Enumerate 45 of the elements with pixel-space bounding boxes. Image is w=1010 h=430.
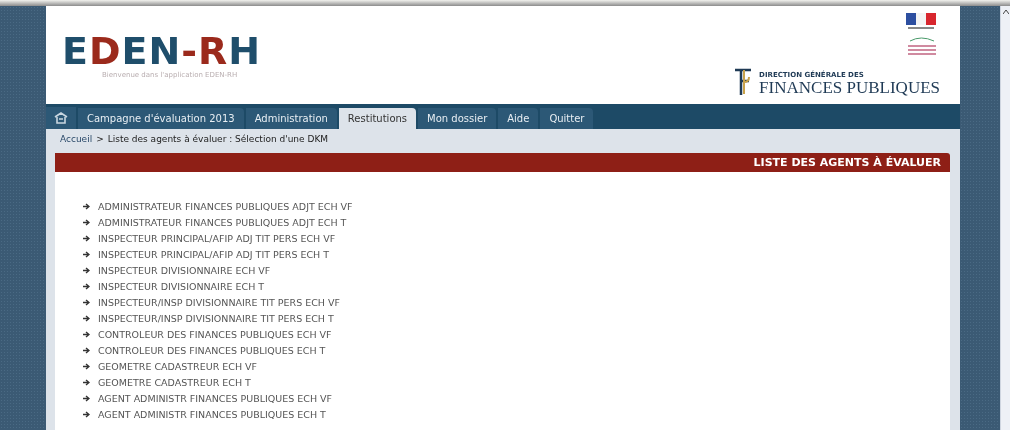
arrow-icon (83, 362, 90, 370)
agent-category-link[interactable]: INSPECTEUR/INSP DIVISIONNAIRE TIT PERS ECH VF (98, 296, 340, 308)
arrow-icon (83, 410, 90, 418)
breadcrumb-link[interactable]: Accueil (60, 134, 93, 144)
agent-category-link[interactable]: INSPECTEUR PRINCIPAL/AFIP ADJ TIT PERS ECH VF (98, 232, 336, 244)
agent-category-link[interactable]: ADMINISTRATEUR FINANCES PUBLIQUES ADJT ECH T (98, 216, 347, 228)
agent-category-link[interactable]: INSPECTEUR DIVISIONNAIRE ECH T (98, 280, 265, 292)
home-icon (54, 112, 68, 124)
logo-text: EDEN-RH (62, 32, 262, 70)
nav-tab[interactable]: Quitter (540, 108, 594, 129)
arrow-icon (83, 250, 90, 258)
agent-category-link[interactable]: ADMINISTRATEUR FINANCES PUBLIQUES ADJT ECH VF (98, 200, 353, 212)
agent-category-link[interactable]: AGENT ADMINISTR FINANCES PUBLIQUES ECH T (98, 408, 326, 420)
arrow-icon (83, 314, 90, 322)
scrollbar[interactable] (1000, 6, 1010, 430)
dgfip-logo-icon (733, 67, 754, 97)
agent-category-link[interactable]: AGENT ADMINISTR FINANCES PUBLIQUES ECH VF (98, 392, 332, 404)
agent-category-link[interactable]: INSPECTEUR/INSP DIVISIONNAIRE TIT PERS ECH T (98, 312, 334, 324)
agent-category-link[interactable]: CONTROLEUR DES FINANCES PUBLIQUES ECH T (98, 344, 326, 356)
agent-category-link[interactable]: GEOMETRE CADASTREUR ECH VF (98, 360, 258, 372)
arrow-icon (83, 330, 90, 338)
nav-tab[interactable]: Aide (498, 108, 539, 129)
agent-category-link[interactable]: CONTROLEUR DES FINANCES PUBLIQUES ECH VF (98, 328, 332, 340)
nav-tab[interactable]: Mon dossier (418, 108, 497, 129)
dgfip-title: FINANCES PUBLIQUES (759, 79, 940, 97)
agent-category-link[interactable]: INSPECTEUR PRINCIPAL/AFIP ADJ TIT PERS ECH T (98, 248, 330, 260)
arrow-icon (83, 282, 90, 290)
breadcrumb-current: Liste des agents à évaluer : Sélection d'une DKM (107, 134, 329, 144)
arrow-icon (83, 298, 90, 306)
section-title: LISTE DES AGENTS À ÉVALUER (55, 153, 950, 172)
agent-category-link[interactable]: INSPECTEUR DIVISIONNAIRE ECH VF (98, 264, 271, 276)
arrow-icon (83, 234, 90, 242)
arrow-icon (83, 378, 90, 386)
scroll-up-icon (1002, 10, 1009, 14)
arrow-icon (83, 346, 90, 354)
breadcrumb-separator: > (96, 134, 104, 144)
home-tab[interactable] (46, 107, 76, 129)
nav-tab[interactable]: Administration (245, 108, 337, 129)
agent-category-link[interactable]: GEOMETRE CADASTREUR ECH T (98, 376, 251, 388)
arrow-icon (83, 266, 90, 274)
nav-tab[interactable]: Restitutions (338, 108, 417, 129)
arrow-icon (83, 218, 90, 226)
nav-tab[interactable]: Campagne d'évaluation 2013 (78, 108, 244, 129)
arrow-icon (83, 202, 90, 210)
arrow-icon (83, 394, 90, 402)
